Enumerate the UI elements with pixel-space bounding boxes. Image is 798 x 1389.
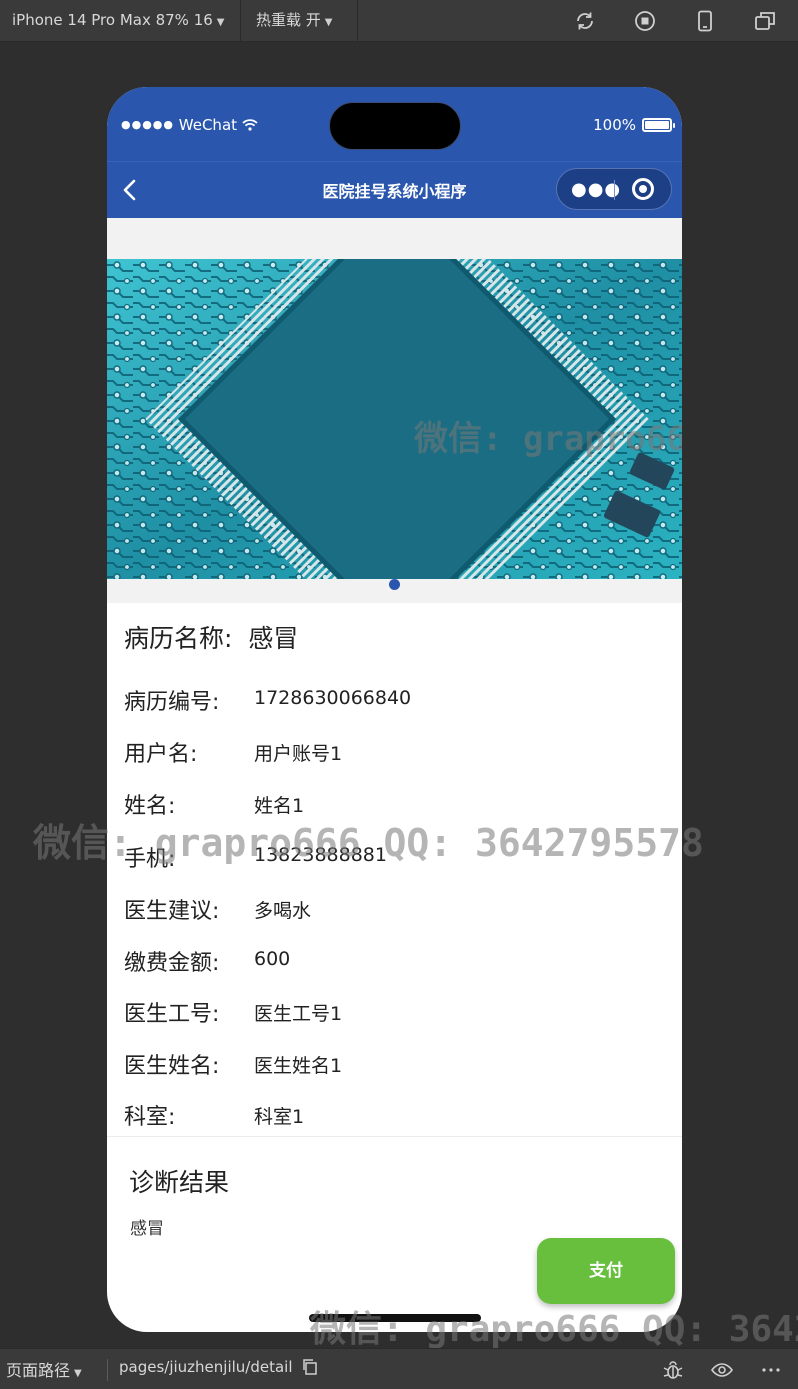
field-value: 用户账号1 bbox=[254, 743, 343, 765]
banner-image[interactable]: 微信: grapro666 QQ bbox=[107, 259, 682, 579]
battery-percent: 100% bbox=[593, 116, 636, 134]
record-title: 病历名称: 感冒 bbox=[124, 619, 298, 655]
phone-simulator: ●●●●● WeChat 100% 医院挂号系统小程序 ●●● 微信: grap… bbox=[107, 87, 682, 1332]
field-label: 缴费金额: bbox=[124, 951, 220, 976]
field-label: 病历编号: bbox=[124, 690, 220, 715]
field-value: 13823888881 bbox=[254, 844, 387, 866]
mini-program-capsule: ●●● bbox=[556, 168, 672, 210]
copy-icon[interactable] bbox=[301, 1358, 319, 1376]
phone-preview-icon[interactable] bbox=[693, 9, 717, 33]
eye-icon[interactable] bbox=[710, 1358, 734, 1382]
path-divider bbox=[107, 1359, 108, 1381]
field-row: 缴费金额: 600 bbox=[124, 945, 664, 976]
battery-info: 100% bbox=[593, 116, 675, 134]
field-label: 科室: bbox=[124, 1105, 176, 1130]
diagnosis-title: 诊断结果 bbox=[129, 1168, 230, 1197]
wifi-icon bbox=[242, 119, 258, 131]
toolbar-divider bbox=[240, 0, 241, 42]
field-label: 医生建议: bbox=[124, 899, 220, 924]
field-value: 多喝水 bbox=[254, 900, 312, 922]
signal-dots-icon: ●●●●● bbox=[121, 118, 174, 131]
status-bar: ●●●●● WeChat 100% bbox=[107, 87, 682, 161]
field-value: 医生姓名1 bbox=[254, 1055, 343, 1077]
field-row: 医生建议: 多喝水 bbox=[124, 893, 664, 924]
devtools-toolbar: iPhone 14 Pro Max 87% 16 ▼ 热重载 开 ▼ bbox=[0, 0, 798, 42]
home-indicator bbox=[309, 1314, 481, 1322]
field-row: 病历编号: 1728630066840 bbox=[124, 684, 664, 715]
record-title-value: 感冒 bbox=[248, 624, 299, 653]
device-selector[interactable]: iPhone 14 Pro Max 87% 16 ▼ bbox=[12, 0, 225, 42]
field-row: 医生工号: 医生工号1 bbox=[124, 996, 664, 1027]
field-row: 姓名: 姓名1 bbox=[124, 788, 664, 819]
diagnosis-text: 感冒 bbox=[130, 1219, 164, 1239]
chevron-down-icon: ▼ bbox=[74, 1368, 82, 1379]
device-label: iPhone 14 Pro Max 87% 16 bbox=[12, 11, 213, 29]
hot-reload-label: 热重载 开 bbox=[256, 11, 321, 29]
page-path-text: pages/jiuzhenjilu/detail bbox=[119, 1358, 293, 1376]
field-value: 科室1 bbox=[254, 1106, 305, 1128]
carousel-indicator bbox=[107, 579, 682, 603]
detach-window-icon[interactable] bbox=[753, 9, 777, 33]
capsule-divider bbox=[614, 180, 615, 200]
field-label: 用户名: bbox=[124, 742, 198, 767]
top-spacer bbox=[107, 218, 682, 259]
bug-icon[interactable] bbox=[661, 1358, 685, 1382]
more-icon[interactable] bbox=[759, 1358, 783, 1382]
battery-icon bbox=[642, 118, 675, 132]
refresh-icon[interactable] bbox=[573, 9, 597, 33]
path-label: 页面路径 bbox=[6, 1361, 71, 1380]
field-label: 姓名: bbox=[124, 794, 176, 819]
field-value: 医生工号1 bbox=[254, 1003, 343, 1025]
stop-icon[interactable] bbox=[633, 9, 657, 33]
circuit-board-image bbox=[107, 259, 682, 579]
toolbar-divider bbox=[357, 0, 358, 42]
page-path-bar: 页面路径 ▼ pages/jiuzhenjilu/detail bbox=[0, 1348, 798, 1389]
record-title-label: 病历名称: bbox=[124, 624, 233, 653]
chevron-down-icon: ▼ bbox=[324, 17, 333, 28]
field-label: 医生工号: bbox=[124, 1002, 220, 1027]
section-divider bbox=[107, 1136, 682, 1137]
field-row: 手机: 13823888881 bbox=[124, 841, 664, 872]
nav-bar: 医院挂号系统小程序 ●●● bbox=[107, 161, 682, 218]
carousel-dot-active[interactable] bbox=[389, 579, 400, 590]
field-label: 手机: bbox=[124, 847, 176, 872]
dynamic-island bbox=[329, 102, 461, 150]
field-row: 科室: 科室1 bbox=[124, 1099, 664, 1130]
pay-button[interactable]: 支付 bbox=[537, 1238, 675, 1304]
field-row: 用户名: 用户账号1 bbox=[124, 736, 664, 767]
page-path: pages/jiuzhenjilu/detail bbox=[119, 1358, 319, 1376]
field-value: 600 bbox=[254, 948, 291, 970]
field-value: 姓名1 bbox=[254, 795, 305, 817]
carrier-label: WeChat bbox=[178, 116, 238, 134]
field-row: 医生姓名: 医生姓名1 bbox=[124, 1048, 664, 1079]
path-label-dropdown[interactable]: 页面路径 ▼ bbox=[6, 1357, 82, 1381]
hot-reload-toggle[interactable]: 热重载 开 ▼ bbox=[256, 0, 332, 42]
chevron-down-icon: ▼ bbox=[216, 17, 225, 28]
close-target-icon[interactable] bbox=[632, 178, 654, 200]
field-value: 1728630066840 bbox=[254, 687, 412, 709]
carrier-info: ●●●●● WeChat bbox=[121, 116, 258, 134]
field-label: 医生姓名: bbox=[124, 1054, 220, 1079]
